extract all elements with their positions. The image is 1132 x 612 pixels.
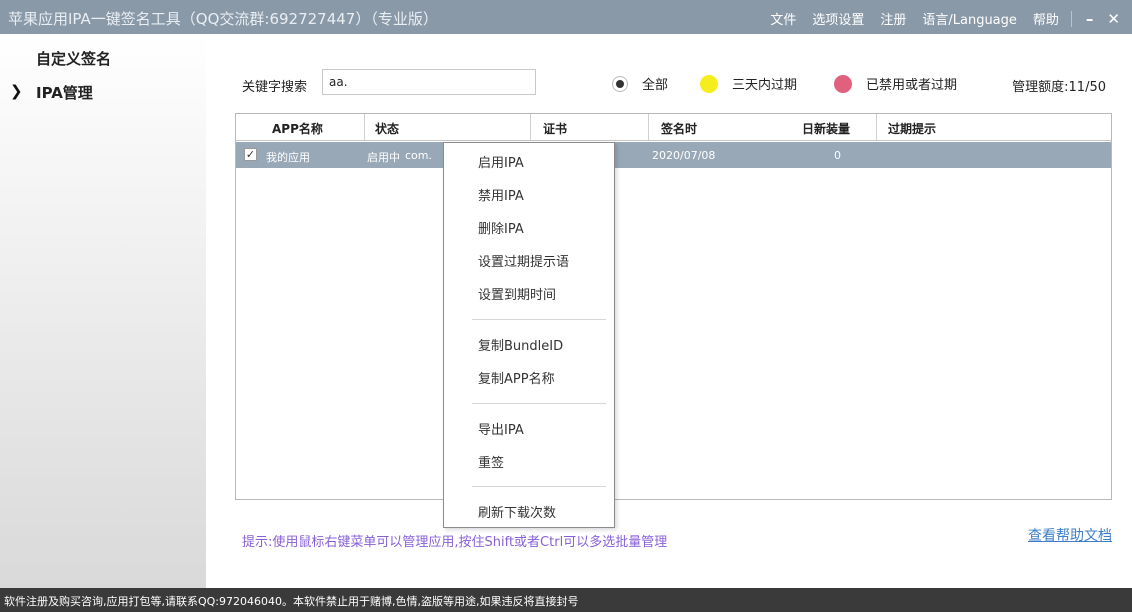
cell-app-name: 我的应用 bbox=[266, 151, 310, 164]
cell-status: 启用中 bbox=[367, 151, 400, 164]
menu-register[interactable]: 注册 bbox=[880, 9, 906, 28]
minimize-icon[interactable]: – bbox=[1086, 10, 1094, 28]
quota-label: 管理额度:11/50 bbox=[1012, 80, 1106, 95]
table-row[interactable]: ✓ 我的应用 启用中 com. 2020/07/08 0 bbox=[236, 142, 1111, 168]
col-divider bbox=[530, 114, 531, 140]
filter-expiring-soon[interactable]: 三天内过期 bbox=[700, 74, 797, 93]
menu-item-set-expire-time[interactable]: 设置到期时间 bbox=[478, 284, 556, 303]
col-status[interactable]: 状态 bbox=[375, 120, 399, 137]
col-new-installs[interactable]: 日新装量 bbox=[802, 120, 850, 137]
sidebar-item-custom-sign[interactable]: 自定义签名 bbox=[36, 48, 111, 69]
col-divider bbox=[364, 114, 365, 140]
active-chevron-icon: ❯ bbox=[10, 82, 23, 100]
col-divider bbox=[648, 114, 649, 140]
menu-item-refresh-downloads[interactable]: 刷新下载次数 bbox=[478, 502, 556, 521]
filter-all[interactable]: 全部 bbox=[612, 74, 668, 93]
menu-divider bbox=[1070, 10, 1072, 27]
search-label: 关键字搜索 bbox=[242, 80, 308, 95]
menu-item-copy-app-name[interactable]: 复制APP名称 bbox=[478, 368, 555, 387]
col-sign-time[interactable]: 签名时 bbox=[661, 120, 697, 137]
sidebar-item-ipa-manage[interactable]: IPA管理 bbox=[36, 82, 93, 103]
menu-item-delete-ipa[interactable]: 删除IPA bbox=[478, 218, 524, 237]
filter-expiring-label: 三天内过期 bbox=[732, 78, 798, 93]
row-checkbox[interactable]: ✓ bbox=[244, 148, 257, 161]
col-divider bbox=[876, 114, 877, 140]
pink-dot-icon bbox=[834, 74, 852, 93]
help-doc-link[interactable]: 查看帮助文档 bbox=[1028, 525, 1112, 545]
sidebar: 自定义签名 ❯ IPA管理 bbox=[0, 34, 206, 588]
menu-separator bbox=[472, 403, 606, 404]
cell-sign-date: 2020/07/08 bbox=[652, 149, 716, 162]
usage-hint: 提示:使用鼠标右键菜单可以管理应用,按住Shift或者Ctrl可以多选批量管理 bbox=[242, 535, 668, 550]
filter-all-label: 全部 bbox=[642, 78, 669, 93]
top-menu: 文件 选项设置 注册 语言/Language 帮助 – ✕ bbox=[754, 9, 1120, 29]
filter-disabled-expired[interactable]: 已禁用或者过期 bbox=[834, 74, 957, 93]
cell-new-installs: 0 bbox=[834, 149, 841, 162]
title-bar: 苹果应用IPA一键签名工具（QQ交流群:692727447）（专业版） 文件 选… bbox=[0, 0, 1132, 34]
cell-bundle: com. bbox=[405, 149, 432, 162]
yellow-dot-icon bbox=[700, 74, 718, 93]
window-title: 苹果应用IPA一键签名工具（QQ交流群:692727447）（专业版） bbox=[8, 10, 438, 28]
menu-item-copy-bundleid[interactable]: 复制BundleID bbox=[478, 335, 563, 354]
menu-separator bbox=[472, 319, 606, 320]
col-expire-hint[interactable]: 过期提示 bbox=[888, 120, 936, 137]
table-header: APP名称 状态 证书 签名时 日新装量 过期提示 bbox=[236, 114, 1111, 141]
menu-item-set-expire-hint[interactable]: 设置过期提示语 bbox=[478, 251, 569, 270]
filter-disabled-label: 已禁用或者过期 bbox=[866, 78, 958, 93]
menu-item-resign[interactable]: 重签 bbox=[478, 452, 504, 471]
menu-file[interactable]: 文件 bbox=[770, 9, 796, 28]
context-menu: 启用IPA 禁用IPA 删除IPA 设置过期提示语 设置到期时间 复制Bundl… bbox=[443, 142, 615, 528]
menu-item-disable-ipa[interactable]: 禁用IPA bbox=[478, 185, 524, 204]
menu-separator bbox=[472, 486, 606, 487]
status-bar: 软件注册及购买咨询,应用打包等,请联系QQ:972046040。本软件禁止用于赌… bbox=[0, 588, 1132, 612]
col-app-name[interactable]: APP名称 bbox=[272, 120, 323, 137]
ipa-table[interactable]: APP名称 状态 证书 签名时 日新装量 过期提示 ✓ 我的应用 启用中 com… bbox=[235, 113, 1112, 500]
menu-options[interactable]: 选项设置 bbox=[812, 9, 864, 28]
radio-selected-icon bbox=[612, 75, 628, 92]
menu-help[interactable]: 帮助 bbox=[1033, 9, 1059, 28]
col-cert[interactable]: 证书 bbox=[543, 120, 567, 137]
menu-item-enable-ipa[interactable]: 启用IPA bbox=[478, 152, 524, 171]
status-text: 软件注册及购买咨询,应用打包等,请联系QQ:972046040。本软件禁止用于赌… bbox=[4, 595, 579, 608]
close-icon[interactable]: ✕ bbox=[1107, 10, 1120, 28]
search-input[interactable] bbox=[322, 69, 536, 95]
menu-item-export-ipa[interactable]: 导出IPA bbox=[478, 419, 524, 438]
menu-language[interactable]: 语言/Language bbox=[922, 9, 1017, 28]
